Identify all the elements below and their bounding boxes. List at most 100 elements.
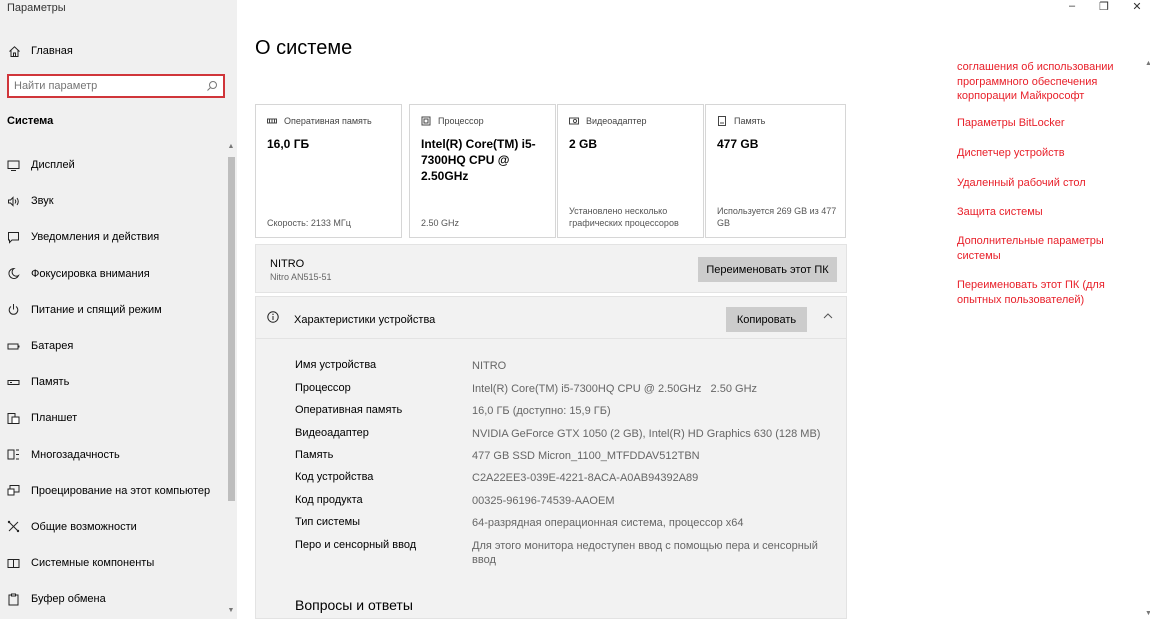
search-input[interactable] xyxy=(14,80,206,92)
faq-heading: Вопросы и ответы xyxy=(295,597,413,613)
sidebar-item-label: Звук xyxy=(31,195,54,208)
card-value: 2 GB xyxy=(569,137,598,151)
card-footnote: Скорость: 2133 МГц xyxy=(267,218,351,228)
card-heading: Оперативная память xyxy=(284,116,372,126)
system-components-icon xyxy=(7,558,20,568)
sidebar-item-display[interactable]: Дисплей xyxy=(0,147,225,183)
card-value: 477 GB xyxy=(717,137,759,151)
storage-card: Память 477 GB Используется 269 GB из 477… xyxy=(705,104,846,238)
ram-card: Оперативная память 16,0 ГБ Скорость: 213… xyxy=(255,104,402,238)
sidebar-item-label: Планшет xyxy=(31,412,78,425)
sidebar-item-multitasking[interactable]: Многозадачность xyxy=(0,437,225,473)
sidebar-item-label: Уведомления и действия xyxy=(31,231,160,244)
battery-icon xyxy=(7,343,20,350)
spec-label: Процессор xyxy=(295,381,351,394)
sidebar-item-label: Системные компоненты xyxy=(31,557,155,570)
sidebar-item-focus-assist[interactable]: Фокусировка внимания xyxy=(0,256,225,292)
spec-value: NITRO xyxy=(472,360,507,372)
sidebar-item-notifications[interactable]: Уведомления и действия xyxy=(0,219,225,255)
sidebar-item-sound[interactable]: Звук xyxy=(0,183,225,219)
cpu-icon xyxy=(421,116,431,126)
card-heading: Процессор xyxy=(438,116,484,126)
projecting-icon xyxy=(7,485,20,496)
sidebar-item-system-components[interactable]: Системные компоненты xyxy=(0,545,225,581)
spec-label: Видеоадаптер xyxy=(295,426,369,439)
pc-name-bar: NITRO Nitro AN515-51 Переименовать этот … xyxy=(255,244,847,293)
search-box[interactable] xyxy=(7,74,225,98)
info-icon xyxy=(267,311,279,323)
device-specifications: Характеристики устройства Копировать Имя… xyxy=(255,296,847,619)
card-value: Intel(R) Core(TM) i5-7300HQ CPU @ 2.50GH… xyxy=(421,137,536,183)
home-icon xyxy=(9,45,20,57)
spec-value: Intel(R) Core(TM) i5-7300HQ CPU @ 2.50GH… xyxy=(472,382,758,395)
sidebar-scrollbar[interactable]: ▲ ▼ xyxy=(227,143,235,619)
spec-value: 00325-96196-74539-AAOEM xyxy=(472,494,615,507)
storage-icon xyxy=(7,379,20,385)
scroll-down-icon[interactable]: ▼ xyxy=(227,607,235,617)
spec-label: Тип системы xyxy=(295,516,361,528)
card-footnote: Используется 269 GB из 477 GB xyxy=(717,206,837,228)
sidebar-item-label: Батарея xyxy=(31,340,74,353)
specs-header[interactable]: Характеристики устройства Копировать xyxy=(256,297,846,339)
sidebar-item-shared-experiences[interactable]: Общие возможности xyxy=(0,509,225,545)
scroll-up-icon[interactable]: ▲ xyxy=(227,143,235,153)
card-heading: Видеоадаптер xyxy=(586,116,647,126)
app-title: Параметры xyxy=(7,2,66,14)
card-heading: Память xyxy=(734,116,766,126)
sidebar-item-label: Память xyxy=(31,376,70,389)
sidebar-item-battery[interactable]: Батарея xyxy=(0,328,225,364)
close-button[interactable]: ✕ xyxy=(1127,0,1147,16)
power-icon xyxy=(8,304,19,316)
sidebar-item-label: Дисплей xyxy=(31,159,75,172)
rename-pc-button[interactable]: Переименовать этот ПК xyxy=(698,257,837,282)
sidebar-item-power[interactable]: Питание и спящий режим xyxy=(0,292,225,328)
search-icon[interactable] xyxy=(206,80,218,92)
device-manager-link[interactable]: Диспетчер устройств xyxy=(957,146,1117,161)
scroll-up-icon[interactable]: ▲ xyxy=(1145,60,1150,67)
spec-value: NVIDIA GeForce GTX 1050 (2 GB), Intel(R)… xyxy=(472,427,821,440)
sidebar-item-label: Питание и спящий режим xyxy=(31,303,162,316)
restore-button[interactable]: ❐ xyxy=(1094,0,1114,16)
display-icon xyxy=(7,160,20,171)
pc-name: NITRO xyxy=(270,258,305,270)
chevron-up-icon[interactable] xyxy=(822,310,834,322)
sidebar-item-tablet[interactable]: Планшет xyxy=(0,400,225,436)
sidebar-item-label: Проецирование на этот компьютер xyxy=(31,484,211,497)
gpu-card: Видеоадаптер 2 GB Установлено несколько … xyxy=(557,104,704,238)
multitasking-icon xyxy=(7,449,19,460)
ram-icon xyxy=(267,118,277,124)
notifications-icon xyxy=(8,231,19,244)
spec-label: Перо и сенсорный ввод xyxy=(295,538,417,551)
rename-pc-advanced-link[interactable]: Переименовать этот ПК (для опытных польз… xyxy=(957,278,1117,307)
focus-assist-icon xyxy=(8,268,20,280)
license-terms-link[interactable]: соглашения об использовании программного… xyxy=(957,60,1117,103)
remote-desktop-link[interactable]: Удаленный рабочий стол xyxy=(957,176,1117,191)
scroll-thumb[interactable] xyxy=(228,157,235,501)
spec-label: Память xyxy=(295,448,334,461)
spec-label: Оперативная память xyxy=(295,404,403,416)
card-footnote: Установлено несколько графических процес… xyxy=(569,206,679,228)
pc-model: Nitro AN515-51 xyxy=(270,272,332,282)
page-title: О системе xyxy=(255,37,353,59)
sidebar-item-projecting[interactable]: Проецирование на этот компьютер xyxy=(0,473,225,509)
content-scrollbar[interactable]: ▲ ▼ xyxy=(1145,60,1150,619)
card-value: 16,0 ГБ xyxy=(267,137,310,151)
bitlocker-link[interactable]: Параметры BitLocker xyxy=(957,116,1117,131)
card-footnote: 2.50 GHz xyxy=(421,218,460,228)
copy-button[interactable]: Копировать xyxy=(726,307,807,332)
spec-value: 477 GB SSD Micron_1100_MTFDDAV512TBN xyxy=(472,449,700,462)
minimize-button[interactable]: – xyxy=(1062,0,1082,16)
spec-value: Для этого монитора недоступен ввод с пом… xyxy=(472,539,818,566)
storage-card-icon xyxy=(718,116,726,126)
scroll-down-icon[interactable]: ▼ xyxy=(1145,610,1150,617)
spec-value: 64-разрядная операционная система, проце… xyxy=(472,517,744,529)
gpu-icon xyxy=(569,117,579,125)
spec-label: Имя устройства xyxy=(295,359,377,371)
home-link[interactable]: Главная xyxy=(8,43,73,59)
sidebar-item-storage[interactable]: Память xyxy=(0,364,225,400)
advanced-system-settings-link[interactable]: Дополнительные параметры системы xyxy=(957,234,1117,263)
system-protection-link[interactable]: Защита системы xyxy=(957,205,1117,220)
sidebar-item-label: Общие возможности xyxy=(31,520,137,533)
specs-title: Характеристики устройства xyxy=(294,314,436,326)
sidebar-item-clipboard[interactable]: Буфер обмена xyxy=(0,581,225,617)
